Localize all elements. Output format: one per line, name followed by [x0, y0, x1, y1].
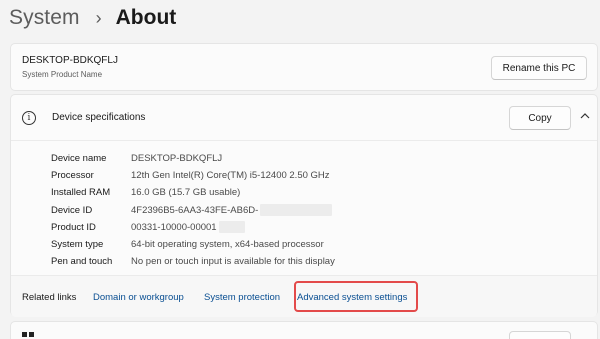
- copy-button-secondary[interactable]: [509, 331, 571, 339]
- domain-or-workgroup-link[interactable]: Domain or workgroup: [93, 292, 184, 303]
- spec-value: No pen or touch input is available for t…: [131, 256, 335, 268]
- spec-value: 00331-10000-00001: [131, 221, 217, 233]
- spec-value: 12th Gen Intel(R) Core(TM) i5-12400 2.50…: [131, 170, 330, 182]
- device-specifications-title: Device specifications: [52, 112, 146, 123]
- breadcrumb-separator: ›: [95, 7, 102, 28]
- redacted-block: [218, 221, 245, 234]
- spec-label: Product ID: [51, 221, 96, 233]
- advanced-system-settings-link[interactable]: Advanced system settings: [297, 292, 407, 303]
- spec-value-wrapper: 00331-10000-00001: [131, 219, 245, 236]
- breadcrumb: System › About: [9, 3, 176, 33]
- page-title: About: [115, 6, 177, 29]
- spec-label: Device ID: [51, 204, 93, 216]
- copy-button[interactable]: Copy: [509, 106, 571, 130]
- spec-label: Pen and touch: [51, 256, 113, 268]
- device-specifications-header[interactable]: i Device specifications Copy: [11, 95, 597, 141]
- rename-pc-button[interactable]: Rename this PC: [491, 56, 587, 80]
- spec-label: Installed RAM: [51, 187, 111, 199]
- pc-product-name: System Product Name: [22, 70, 103, 79]
- breadcrumb-system[interactable]: System: [9, 6, 80, 30]
- redacted-block: [260, 204, 333, 217]
- spec-label: System type: [51, 238, 104, 250]
- related-links-bar: Related links Domain or workgroup System…: [11, 275, 597, 317]
- spec-value-wrapper: 4F2396B5-6AA3-43FE-AB6D-: [131, 202, 333, 219]
- spec-label: Processor: [51, 170, 94, 182]
- spec-value: DESKTOP-BDKQFLJ: [131, 153, 223, 164]
- info-icon: i: [22, 111, 36, 125]
- device-specifications-card: i Device specifications Copy Device name…: [10, 94, 598, 317]
- windows-logo-icon: [22, 332, 34, 339]
- windows-specifications-card[interactable]: [10, 321, 598, 339]
- spec-value: 4F2396B5-6AA3-43FE-AB6D-: [131, 204, 259, 216]
- settings-about-page: System › About DESKTOP-BDKQFLJ System Pr…: [0, 0, 600, 339]
- pc-name-card: DESKTOP-BDKQFLJ System Product Name Rena…: [10, 43, 598, 91]
- related-links-label: Related links: [22, 292, 77, 303]
- spec-value: 64-bit operating system, x64-based proce…: [131, 238, 324, 250]
- system-protection-link[interactable]: System protection: [204, 292, 280, 303]
- spec-label: Device name: [51, 153, 107, 164]
- chevron-up-icon[interactable]: [579, 110, 591, 122]
- pc-name: DESKTOP-BDKQFLJ: [22, 55, 118, 66]
- spec-value: 16.0 GB (15.7 GB usable): [131, 187, 241, 199]
